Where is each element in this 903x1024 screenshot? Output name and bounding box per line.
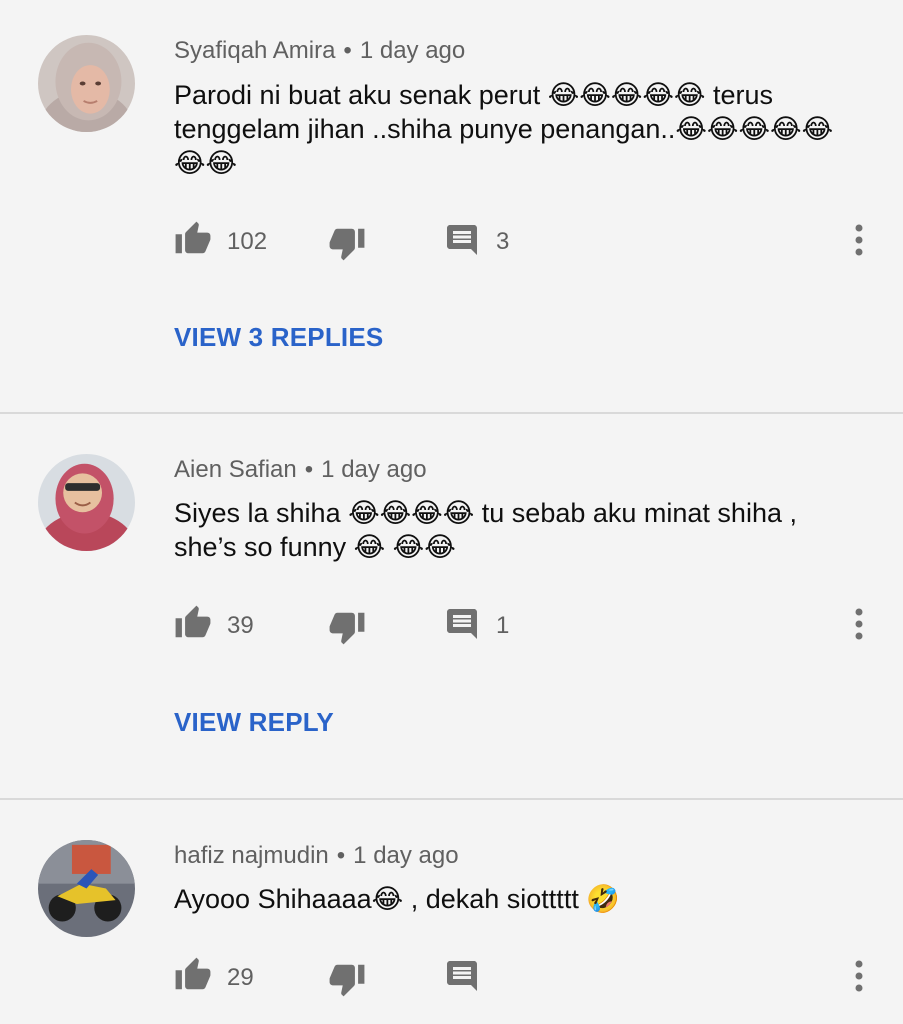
- view-replies-button[interactable]: VIEW REPLY: [174, 707, 334, 738]
- comment-icon[interactable]: [444, 606, 480, 642]
- meta-separator: •: [304, 456, 314, 483]
- comment-time: 1 day ago: [359, 37, 466, 64]
- avatar-glasses-woman-icon: [38, 454, 135, 551]
- meta-separator: •: [343, 37, 352, 64]
- reply-count: 1: [496, 612, 510, 639]
- like-count: 39: [227, 612, 254, 639]
- like-count: 102: [227, 228, 268, 255]
- comment-text: Parodi ni buat aku senak perut 😂😂😂😂😂 ter…: [174, 80, 834, 178]
- comment-item: Aien Safian • 1 day ago Siyes la shiha 😂😂😂…: [0, 414, 903, 798]
- comment-icon[interactable]: [444, 222, 480, 258]
- thumbs-down-icon[interactable]: [328, 224, 366, 262]
- comment-text: Siyes la shiha 😂😂😂😂 tu sebab aku minat s…: [174, 498, 797, 562]
- comment-time: 1 day ago: [321, 456, 427, 483]
- comment-time: 1 day ago: [353, 842, 459, 869]
- avatar[interactable]: [38, 35, 135, 132]
- comment-author[interactable]: Aien Safian: [174, 456, 297, 483]
- more-vertical-icon[interactable]: [848, 220, 870, 260]
- reply-count: 3: [496, 228, 510, 255]
- comment-meta: Aien Safian • 1 day ago: [174, 456, 427, 484]
- comment-text: Ayooo Shihaaaa😂 , dekah siottttt 🤣: [174, 884, 620, 914]
- avatar-motorcycle-icon: [38, 840, 135, 937]
- comment-actions: 102 3: [0, 216, 903, 266]
- comment-meta: Syafiqah Amira • 1 day ago: [174, 37, 465, 65]
- comment-actions: 39 1: [0, 600, 903, 650]
- comment-item: Syafiqah Amira • 1 day ago Parodi ni buat …: [0, 0, 903, 412]
- more-vertical-icon[interactable]: [848, 956, 870, 996]
- avatar-hijab-woman-icon: [38, 35, 135, 132]
- comment-meta: hafiz najmudin • 1 day ago: [174, 842, 459, 870]
- thumbs-down-icon[interactable]: [328, 960, 366, 998]
- view-replies-button[interactable]: VIEW 3 REPLIES: [174, 322, 383, 353]
- meta-separator: •: [336, 842, 346, 869]
- thumbs-down-icon[interactable]: [328, 608, 366, 646]
- comment-actions: 29: [0, 952, 903, 1002]
- thumbs-up-icon[interactable]: [174, 604, 212, 642]
- like-count: 29: [227, 964, 254, 991]
- thumbs-up-icon[interactable]: [174, 956, 212, 994]
- avatar[interactable]: [38, 454, 135, 551]
- comment-author[interactable]: hafiz najmudin: [174, 842, 329, 869]
- comment-icon[interactable]: [444, 958, 480, 994]
- comment-author[interactable]: Syafiqah Amira: [174, 37, 335, 64]
- comment-item: hafiz najmudin • 1 day ago Ayooo Shihaaaa😂…: [0, 800, 903, 1024]
- avatar[interactable]: [38, 840, 135, 937]
- thumbs-up-icon[interactable]: [174, 220, 212, 258]
- more-vertical-icon[interactable]: [848, 604, 870, 644]
